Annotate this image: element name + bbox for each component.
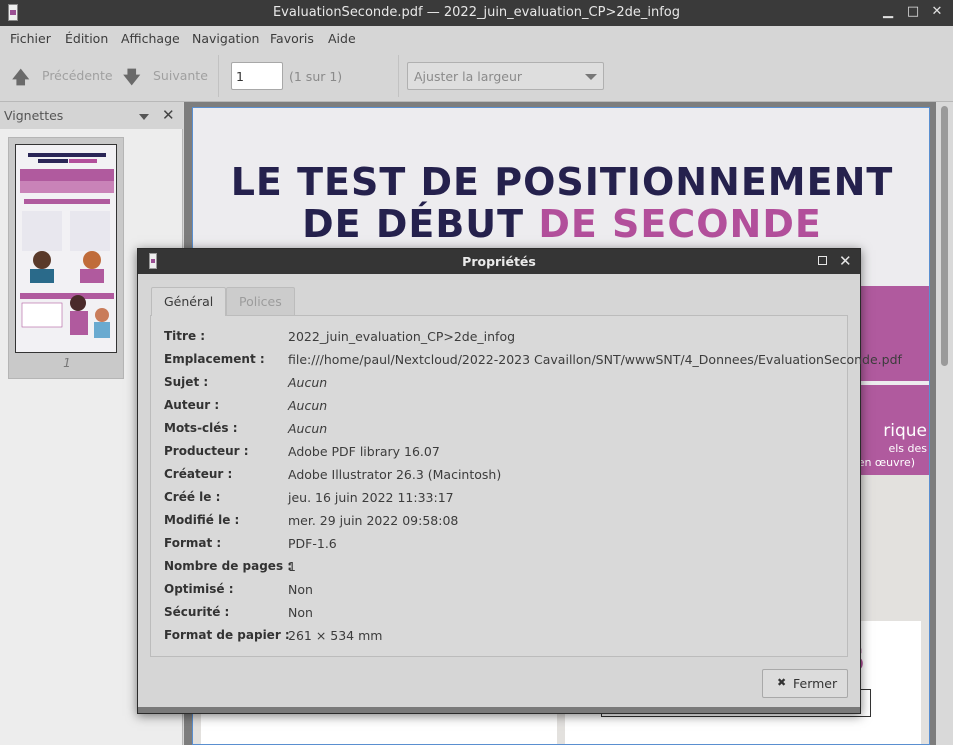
property-row-optimized: Optimisé : Non xyxy=(164,582,844,600)
property-label: Producteur : xyxy=(164,444,249,458)
minimize-icon[interactable]: ▁ xyxy=(880,4,896,20)
dialog-close-icon[interactable]: ✕ xyxy=(839,252,852,270)
property-value: Non xyxy=(288,605,313,620)
document-fragment: en œuvre) xyxy=(857,456,915,469)
tab-polices[interactable]: Polices xyxy=(226,287,295,315)
property-label: Titre : xyxy=(164,329,206,343)
next-page-label: Suivante xyxy=(153,68,208,83)
next-page-button[interactable]: 🡇 Suivante xyxy=(123,64,213,88)
heading-line2-part-a: DE DÉBUT xyxy=(302,202,539,246)
close-dialog-label: Fermer xyxy=(793,676,838,691)
page-thumbnail[interactable]: 1 xyxy=(8,137,124,379)
property-value: mer. 29 juin 2022 09:58:08 xyxy=(288,513,459,528)
thumbnail-graphic xyxy=(16,145,116,352)
toolbar-separator xyxy=(398,55,399,97)
document-fragment: rique xyxy=(883,421,927,441)
previous-page-label: Précédente xyxy=(42,68,113,83)
property-row-modified: Modifié le : mer. 29 juin 2022 09:58:08 xyxy=(164,513,844,531)
window-title: EvaluationSeconde.pdf — 2022_juin_evalua… xyxy=(272,5,681,20)
document-box xyxy=(201,713,557,744)
dialog-titlebar: Propriétés ✕ xyxy=(138,249,860,274)
menu-aide[interactable]: Aide xyxy=(328,31,356,46)
dialog-title: Propriétés xyxy=(462,254,536,269)
property-value: file:///home/paul/Nextcloud/2022-2023 Ca… xyxy=(288,352,902,367)
document-fragment: els des xyxy=(888,442,927,455)
maximize-icon[interactable]: □ xyxy=(905,4,921,20)
property-row-security: Sécurité : Non xyxy=(164,605,844,623)
property-label: Emplacement : xyxy=(164,352,265,366)
chevron-down-icon xyxy=(585,74,597,80)
property-row-keywords: Mots-clés : Aucun xyxy=(164,421,844,439)
property-label: Créé le : xyxy=(164,490,221,504)
property-label: Nombre de pages : xyxy=(164,559,293,573)
property-value: Adobe Illustrator 26.3 (Macintosh) xyxy=(288,467,502,482)
property-row-format: Format : PDF-1.6 xyxy=(164,536,844,554)
menubar: Fichier Édition Affichage Navigation Fav… xyxy=(0,26,953,51)
document-heading-line2: DE DÉBUT DE SECONDE xyxy=(193,202,929,246)
tab-general[interactable]: Général xyxy=(151,287,227,316)
property-value: 261 × 534 mm xyxy=(288,628,383,643)
close-icon[interactable]: ✕ xyxy=(929,4,945,20)
property-value: 2022_juin_evaluation_CP>2de_infog xyxy=(288,329,516,344)
property-row-title: Titre : 2022_juin_evaluation_CP>2de_info… xyxy=(164,329,844,347)
document-heading-line1: LE TEST DE POSITIONNEMENT xyxy=(230,160,894,204)
dialog-bottom-edge xyxy=(138,707,860,713)
property-label: Sujet : xyxy=(164,375,209,389)
dialog-maximize-icon[interactable] xyxy=(818,256,827,265)
property-value: Adobe PDF library 16.07 xyxy=(288,444,440,459)
menu-fichier[interactable]: Fichier xyxy=(10,31,51,46)
property-label: Format de papier : xyxy=(164,628,290,642)
sidebar-header: Vignettes ✕ xyxy=(0,102,183,129)
property-value: Non xyxy=(288,582,313,597)
properties-panel: Titre : 2022_juin_evaluation_CP>2de_info… xyxy=(150,315,902,657)
toolbar-separator xyxy=(218,55,219,97)
property-label: Créateur : xyxy=(164,467,233,481)
property-value: 1 xyxy=(288,559,296,574)
property-value: Aucun xyxy=(288,398,328,413)
toolbar: 🡅 Précédente 🡇 Suivante 1 (1 sur 1) Ajus… xyxy=(0,51,953,102)
thumbnail-image xyxy=(15,144,117,353)
property-row-author: Auteur : Aucun xyxy=(164,398,844,416)
property-value: Aucun xyxy=(288,375,328,390)
property-value: PDF-1.6 xyxy=(288,536,337,551)
property-label: Format : xyxy=(164,536,222,550)
page-count: (1 sur 1) xyxy=(289,69,343,84)
property-row-created: Créé le : jeu. 16 juin 2022 11:33:17 xyxy=(164,490,844,508)
heading-line2-part-b: DE SECONDE xyxy=(538,202,822,246)
property-value: jeu. 16 juin 2022 11:33:17 xyxy=(288,490,454,505)
menu-navigation[interactable]: Navigation xyxy=(192,31,259,46)
menu-affichage[interactable]: Affichage xyxy=(121,31,180,46)
menu-favoris[interactable]: Favoris xyxy=(270,31,314,46)
previous-page-button[interactable]: 🡅 Précédente xyxy=(12,64,113,88)
properties-dialog: Propriétés ✕ Général Polices Titre : 202… xyxy=(137,248,902,714)
zoom-select[interactable]: Ajuster la largeur xyxy=(407,62,604,90)
close-icon: ✖ xyxy=(777,676,787,689)
window-titlebar: EvaluationSeconde.pdf — 2022_juin_evalua… xyxy=(0,0,953,26)
arrow-up-icon: 🡅 xyxy=(12,68,30,88)
property-row-page-count: Nombre de pages : 1 xyxy=(164,559,844,577)
close-dialog-button[interactable]: ✖ Fermer xyxy=(762,669,848,698)
sidebar-title: Vignettes xyxy=(4,108,64,123)
vertical-scrollbar[interactable] xyxy=(936,102,953,745)
property-row-subject: Sujet : Aucun xyxy=(164,375,844,393)
property-row-location: Emplacement : file:///home/paul/Nextclou… xyxy=(164,352,902,370)
property-label: Sécurité : xyxy=(164,605,230,619)
property-row-paper-size: Format de papier : 261 × 534 mm xyxy=(164,628,844,646)
thumbnail-page-number: 1 xyxy=(63,356,71,370)
arrow-down-icon: 🡇 xyxy=(123,68,141,88)
property-row-creator: Créateur : Adobe Illustrator 26.3 (Macin… xyxy=(164,467,844,485)
page-number-input[interactable]: 1 xyxy=(231,62,283,90)
sidebar-close-icon[interactable]: ✕ xyxy=(162,106,175,124)
property-label: Optimisé : xyxy=(164,582,234,596)
property-label: Auteur : xyxy=(164,398,220,412)
property-row-producer: Producteur : Adobe PDF library 16.07 xyxy=(164,444,844,462)
property-label: Mots-clés : xyxy=(164,421,238,435)
scrollbar-thumb[interactable] xyxy=(941,106,948,366)
zoom-select-value: Ajuster la largeur xyxy=(414,69,523,84)
property-value: Aucun xyxy=(288,421,328,436)
menu-edition[interactable]: Édition xyxy=(65,31,108,46)
sidebar-dropdown-icon[interactable] xyxy=(139,114,149,120)
property-label: Modifié le : xyxy=(164,513,240,527)
